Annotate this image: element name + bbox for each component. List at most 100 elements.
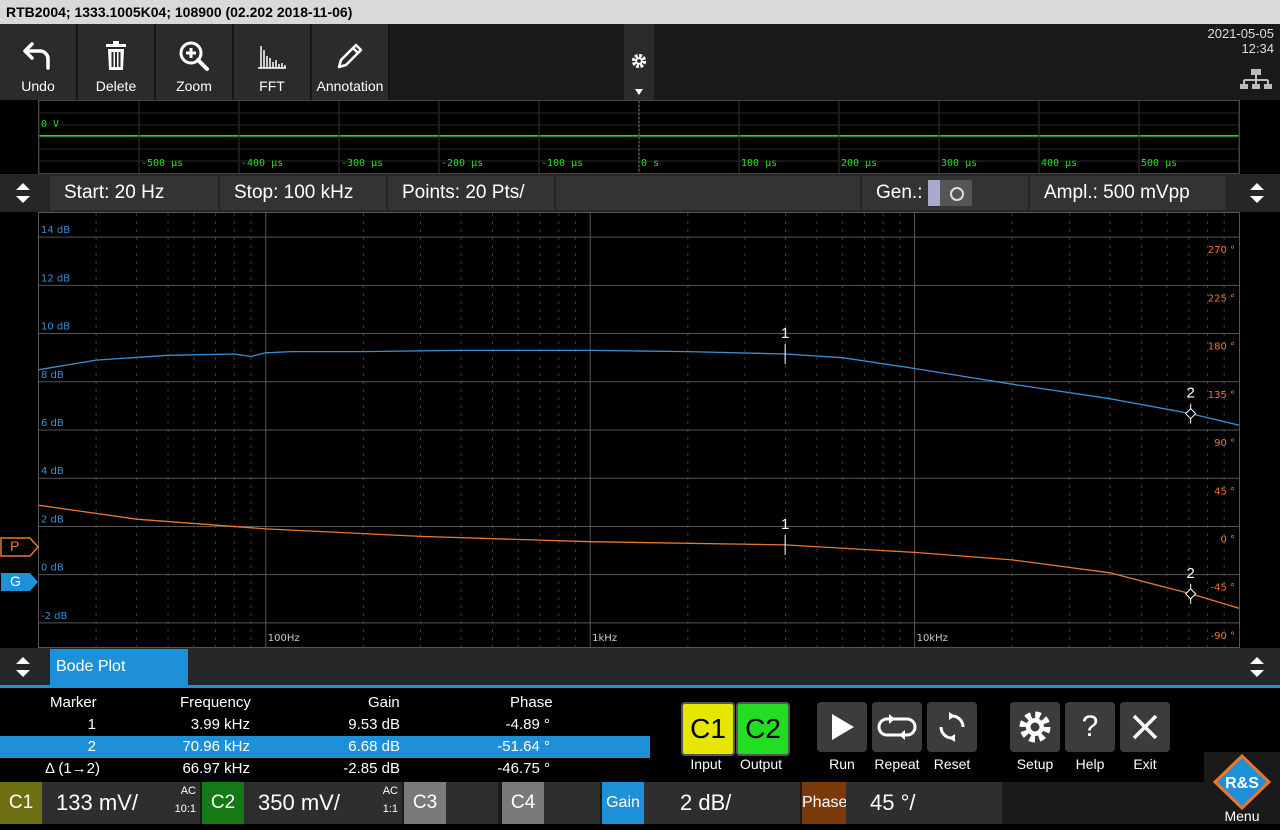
- zoom-button[interactable]: Zoom: [156, 24, 233, 100]
- gain-channel-label[interactable]: Gain: [602, 782, 644, 824]
- overview-waveform[interactable]: -500 µs -400 µs -300 µs -200 µs -100 µs 0 s 10…: [38, 100, 1240, 174]
- setup-button[interactable]: [1010, 702, 1060, 752]
- setup-scroll-left[interactable]: [4, 176, 42, 210]
- undo-button[interactable]: Undo: [0, 24, 77, 100]
- c1-channel-label[interactable]: C1: [0, 782, 42, 824]
- c3-scale[interactable]: [446, 782, 498, 824]
- fft-icon: [258, 46, 286, 69]
- output-channel-button[interactable]: C2: [736, 702, 790, 756]
- tab-underline: [0, 685, 1280, 688]
- x-tick-label: 1kHz: [592, 633, 617, 644]
- close-icon: [1132, 714, 1158, 740]
- undo-label: Undo: [21, 78, 55, 94]
- repeat-button[interactable]: [872, 702, 922, 752]
- delete-label: Delete: [95, 78, 137, 94]
- gain-trace: [39, 349, 1239, 426]
- bode-plot-svg: 100Hz 1kHz 10kHz14 dB12 dB10 dB8 dB6 dB4 d…: [39, 213, 1239, 647]
- tab-bode-plot[interactable]: Bode Plot: [50, 649, 188, 685]
- c1-scale[interactable]: 133 mV/ AC 10:1: [42, 782, 200, 824]
- date-time: 2021-05-05 12:34: [1200, 24, 1280, 100]
- reset-icon: [939, 712, 965, 742]
- cell-frequency: 70.96 kHz: [182, 738, 250, 755]
- gear-icon: [1019, 711, 1051, 743]
- gain-scale[interactable]: 2 dB/: [644, 782, 800, 824]
- help-button[interactable]: ?: [1065, 702, 1115, 752]
- network-icon: [1240, 69, 1272, 89]
- phase-scale[interactable]: 45 °/: [846, 782, 1002, 824]
- up-down-arrows-icon: [16, 183, 30, 203]
- input-channel-button[interactable]: C1: [681, 702, 735, 756]
- c2-scale[interactable]: 350 mV/ AC 1:1: [244, 782, 402, 824]
- exit-label: Exit: [1133, 756, 1157, 772]
- amplitude-field[interactable]: Ampl.: 500 mVpp: [1030, 176, 1226, 210]
- tab-scroll-left[interactable]: [4, 650, 42, 684]
- fft-button[interactable]: FFT: [234, 24, 311, 100]
- zoom-label: Zoom: [176, 78, 212, 94]
- gain-ref-marker[interactable]: G: [0, 572, 40, 592]
- caret-down-icon: [635, 89, 643, 95]
- c2-channel-label[interactable]: C2: [202, 782, 244, 824]
- phase-channel-label[interactable]: Phase: [802, 782, 847, 824]
- phase-tick-label: 90 °: [1214, 438, 1235, 449]
- reset-button[interactable]: [927, 702, 977, 752]
- cell-frequency: 66.97 kHz: [182, 760, 250, 777]
- phase-ref-marker[interactable]: P: [0, 537, 40, 557]
- c3-channel-label[interactable]: C3: [404, 782, 446, 824]
- overview-time-label: -100 µs: [541, 158, 583, 169]
- points-field[interactable]: Points: 20 Pts/: [388, 176, 554, 210]
- gain-tick-label: 6 dB: [41, 418, 64, 429]
- bode-plot-area[interactable]: 100Hz 1kHz 10kHz 14 dB 12 dB 10 dB 8 dB 6 dB 4 d…: [38, 212, 1240, 648]
- marker-results-table: Marker Frequency Gain Phase 1 3.99 kHz 9…: [0, 692, 650, 782]
- rs-logo-icon: R&S: [1212, 754, 1272, 810]
- table-row-selected[interactable]: 2 70.96 kHz 6.68 dB -51.64 °: [0, 736, 650, 758]
- header-marker: Marker: [50, 694, 97, 711]
- phase-tick-label: 225 °: [1208, 293, 1235, 304]
- c4-channel-label[interactable]: C4: [502, 782, 544, 824]
- generator-toggle-cell[interactable]: Gen.:: [862, 176, 1028, 210]
- phase-tick-label: -90 °: [1210, 631, 1235, 642]
- marker-label: 2: [1186, 385, 1194, 402]
- gen-toggle-knob: [928, 180, 940, 206]
- gen-toggle[interactable]: [928, 180, 972, 206]
- overview-time-label: -400 µs: [241, 158, 283, 169]
- delete-button[interactable]: Delete: [78, 24, 155, 100]
- undo-icon: [23, 42, 50, 70]
- overview-time-label: 400 µs: [1041, 158, 1077, 169]
- gen-label: Gen.:: [876, 182, 923, 203]
- phase-tick-label: 180 °: [1208, 342, 1235, 353]
- input-badge: C1: [690, 713, 726, 744]
- cell-gain: 9.53 dB: [348, 716, 400, 733]
- cell-phase: -4.89 °: [505, 716, 550, 733]
- up-down-arrows-icon: [1250, 183, 1264, 203]
- table-row[interactable]: Δ (1→2) 66.97 kHz -2.85 dB -46.75 °: [0, 758, 650, 780]
- overview-time-label: 100 µs: [741, 158, 777, 169]
- gain-ref-label: G: [10, 573, 21, 589]
- stop-frequency-field[interactable]: Stop: 100 kHz: [220, 176, 386, 210]
- svg-text:R&S: R&S: [1225, 775, 1259, 792]
- table-row[interactable]: 1 3.99 kHz 9.53 dB -4.89 °: [0, 714, 650, 736]
- run-button[interactable]: [817, 702, 867, 752]
- overview-time-label: -300 µs: [341, 158, 383, 169]
- overview-time-label: 0 s: [641, 158, 659, 169]
- marker-label: 1: [781, 516, 789, 533]
- table-header: Marker Frequency Gain Phase: [0, 692, 650, 714]
- toolbar-settings-button[interactable]: [624, 24, 654, 100]
- up-down-arrows-icon: [16, 657, 30, 677]
- exit-button[interactable]: [1120, 702, 1170, 752]
- cell-frequency: 3.99 kHz: [190, 716, 250, 733]
- annotation-button[interactable]: Annotation: [312, 24, 389, 100]
- start-frequency-field[interactable]: Start: 20 Hz: [50, 176, 218, 210]
- up-down-arrows-icon: [1250, 657, 1264, 677]
- gain-tick-label: 10 dB: [41, 322, 70, 333]
- setup-scroll-right[interactable]: [1238, 176, 1276, 210]
- c4-scale[interactable]: [544, 782, 600, 824]
- menu-button[interactable]: R&S Menu: [1204, 752, 1280, 824]
- overview-time-label: 300 µs: [941, 158, 977, 169]
- phase-scale-value: 45 °/: [870, 790, 916, 815]
- cell-gain: 6.68 dB: [348, 738, 400, 755]
- x-tick-label: 100Hz: [268, 633, 300, 644]
- tab-scroll-right[interactable]: [1238, 650, 1276, 684]
- date-text: 2021-05-05: [1207, 26, 1275, 41]
- c1-scale-value: 133 mV/: [56, 790, 138, 815]
- annotation-label: Annotation: [316, 78, 384, 94]
